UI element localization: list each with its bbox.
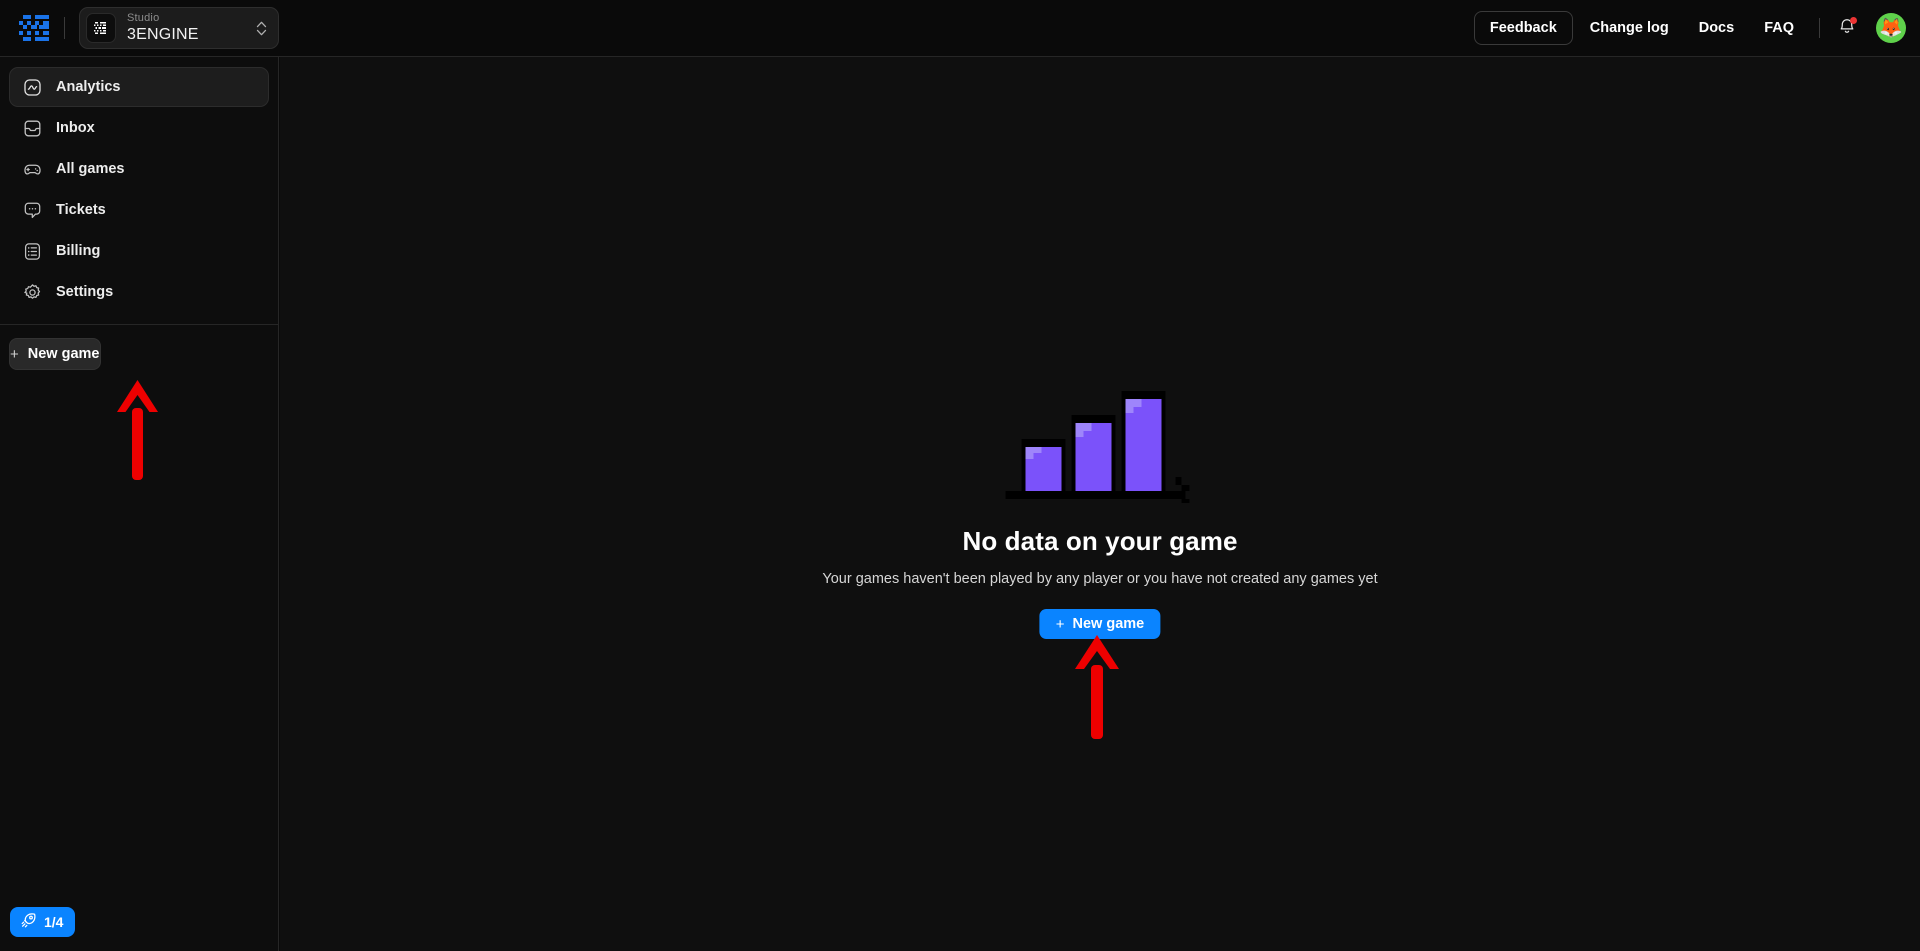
sidebar-new-game-label: New game — [27, 346, 100, 362]
pixel-bar-chart-icon — [1004, 375, 1195, 511]
topbar-actions: Feedback Change log Docs FAQ 🦊 — [1473, 0, 1906, 56]
sidebar-item-all-games[interactable]: All games — [9, 149, 269, 189]
empty-state-new-game-button[interactable]: + New game — [1039, 609, 1161, 639]
plus-icon: + — [10, 345, 19, 363]
notification-dot — [1850, 17, 1857, 24]
gear-icon — [23, 283, 42, 302]
sidebar-new-game-button[interactable]: + New game — [9, 338, 101, 370]
main-content: No data on your game Your games haven't … — [280, 57, 1920, 951]
3e-monogram-icon — [86, 13, 116, 43]
plus-icon: + — [1055, 615, 1065, 633]
notifications-button[interactable] — [1832, 13, 1862, 43]
empty-state: No data on your game Your games haven't … — [822, 375, 1378, 639]
nav-link-change-log[interactable]: Change log — [1577, 11, 1682, 45]
analytics-icon — [23, 78, 42, 97]
rocket-icon — [20, 912, 37, 932]
sidebar-item-settings[interactable]: Settings — [9, 272, 269, 312]
feedback-button[interactable]: Feedback — [1473, 11, 1573, 45]
sidebar-item-label: Analytics — [56, 79, 121, 95]
billing-list-icon — [23, 242, 42, 261]
top-bar: Studio 3ENGINE Feedback Change log Docs … — [0, 0, 1920, 57]
sidebar: Analytics Inbox All games Tickets Billin… — [0, 57, 279, 951]
empty-state-new-game-label: New game — [1072, 616, 1145, 632]
sidebar-item-inbox[interactable]: Inbox — [9, 108, 269, 148]
chevron-up-down-icon[interactable] — [237, 20, 268, 37]
empty-state-subtitle: Your games haven't been played by any pl… — [822, 571, 1378, 587]
nav-link-docs[interactable]: Docs — [1686, 11, 1747, 45]
studio-name: 3ENGINE — [127, 26, 199, 43]
sidebar-item-billing[interactable]: Billing — [9, 231, 269, 271]
sidebar-item-label: Tickets — [56, 202, 106, 218]
3engine-pixel-logo-icon[interactable] — [16, 12, 56, 44]
topbar-divider — [64, 17, 65, 39]
empty-state-title: No data on your game — [962, 526, 1238, 556]
nav-link-faq[interactable]: FAQ — [1751, 11, 1807, 45]
sidebar-item-label: Settings — [56, 284, 114, 300]
studio-label: Studio — [127, 12, 160, 24]
topbar-actions-divider — [1819, 18, 1820, 38]
sidebar-item-tickets[interactable]: Tickets — [9, 190, 269, 230]
inbox-icon — [23, 119, 42, 138]
onboarding-progress-text: 1/4 — [44, 914, 64, 930]
gamepad-icon — [23, 160, 42, 179]
sidebar-item-label: Billing — [56, 243, 101, 259]
avatar[interactable]: 🦊 — [1876, 13, 1906, 43]
sidebar-item-label: Inbox — [56, 120, 95, 136]
ticket-chat-icon — [23, 201, 42, 220]
onboarding-progress-badge[interactable]: 1/4 — [10, 907, 76, 937]
sidebar-item-analytics[interactable]: Analytics — [9, 67, 269, 107]
sidebar-divider — [0, 324, 278, 325]
sidebar-nav-list: Analytics Inbox All games Tickets Billin… — [0, 57, 278, 312]
studio-selector[interactable]: Studio 3ENGINE — [79, 7, 279, 49]
sidebar-item-label: All games — [56, 161, 125, 177]
